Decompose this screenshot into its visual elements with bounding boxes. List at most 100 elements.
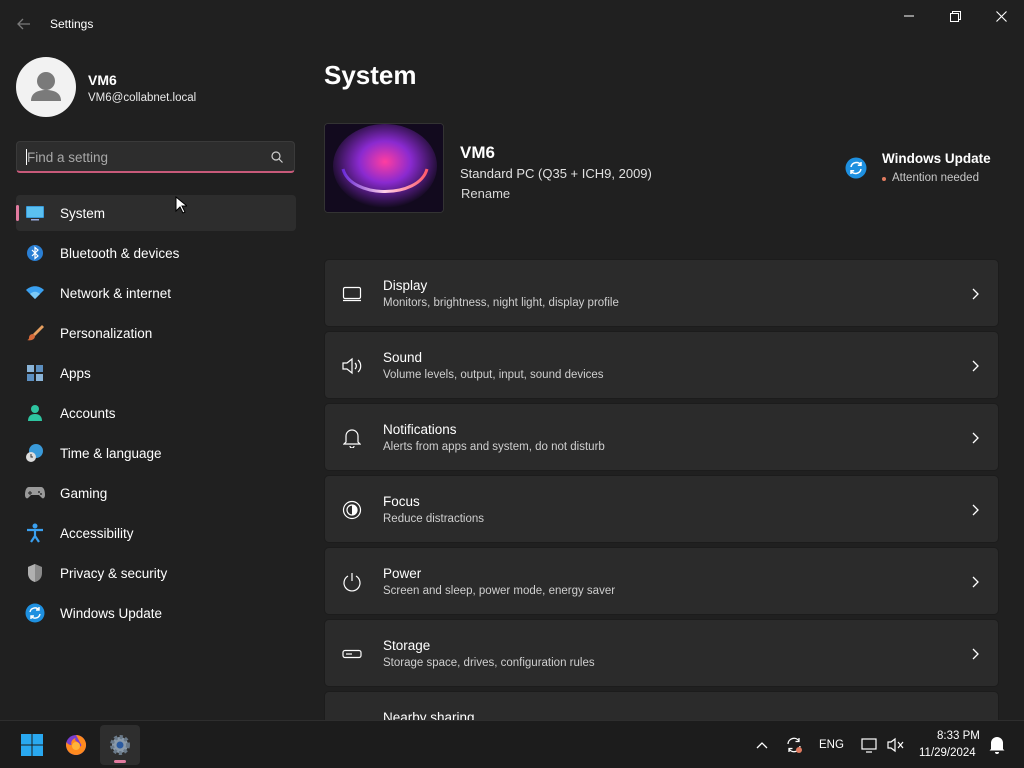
volume-tray-button[interactable] [886, 735, 906, 755]
monitor-icon [341, 283, 363, 305]
windows-update-title[interactable]: Windows Update [882, 151, 991, 166]
sidebar-item-label: Personalization [60, 326, 153, 341]
clock-time[interactable]: 8:33 PM [937, 730, 980, 742]
avatar[interactable] [16, 57, 76, 117]
sidebar-item-windows-update[interactable]: Windows Update [16, 595, 296, 631]
speaker-icon [341, 355, 363, 377]
minimize-icon [904, 15, 914, 17]
title-bar: Settings [0, 0, 1024, 48]
rename-link[interactable]: Rename [461, 186, 510, 201]
power-icon [341, 571, 363, 593]
windows-logo-icon [21, 734, 43, 756]
minimize-button[interactable] [886, 0, 932, 32]
search-icon[interactable] [270, 150, 284, 164]
sidebar-item-privacy[interactable]: Privacy & security [16, 555, 296, 591]
update-refresh-icon [787, 737, 802, 753]
windows-update-status: Attention needed [892, 172, 979, 184]
firefox-taskbar-button[interactable] [56, 725, 96, 765]
gear-icon [110, 735, 130, 755]
restore-button[interactable] [932, 0, 978, 32]
sidebar-item-network[interactable]: Network & internet [16, 275, 296, 311]
apps-icon [25, 363, 45, 383]
page-title: System [324, 60, 417, 90]
card-storage[interactable]: Storage Storage space, drives, configura… [324, 619, 999, 687]
accounts-icon [25, 403, 45, 423]
gamepad-icon [25, 483, 45, 503]
taskbar: ENG 8:33 PM 11/29/2024 [0, 720, 1024, 768]
card-focus[interactable]: Focus Reduce distractions [324, 475, 999, 543]
network-tray-button[interactable] [860, 735, 880, 755]
wifi-icon [25, 283, 45, 303]
focus-icon [341, 499, 363, 521]
input-language-indicator[interactable]: ENG [819, 739, 844, 751]
status-dot [882, 177, 886, 181]
settings-card-list: Display Monitors, brightness, night ligh… [324, 259, 999, 763]
sidebar-item-personalization[interactable]: Personalization [16, 315, 296, 351]
sidebar-item-system[interactable]: System [16, 195, 296, 231]
search-input[interactable] [27, 148, 267, 166]
chevron-right-icon [972, 288, 979, 300]
profile-email: VM6@collabnet.local [88, 92, 197, 104]
chevron-up-icon [756, 742, 768, 749]
sidebar-item-label: Gaming [60, 486, 108, 501]
card-subtitle: Reduce distractions [383, 513, 484, 525]
sidebar-item-label: Accounts [60, 406, 116, 421]
system-icon [25, 203, 45, 223]
card-sound[interactable]: Sound Volume levels, output, input, soun… [324, 331, 999, 399]
sidebar-item-time-language[interactable]: Time & language [16, 435, 296, 471]
accessibility-icon [25, 523, 45, 543]
sidebar-item-label: Bluetooth & devices [60, 246, 180, 261]
storage-icon [341, 643, 363, 665]
sidebar-item-label: Windows Update [60, 606, 163, 621]
device-wallpaper-thumbnail [324, 123, 444, 213]
bell-icon [341, 427, 363, 449]
sidebar-item-label: Network & internet [60, 286, 172, 301]
device-model: Standard PC (Q35 + ICH9, 2009) [460, 166, 652, 181]
chevron-right-icon [972, 360, 979, 372]
card-subtitle: Screen and sleep, power mode, energy sav… [383, 585, 616, 597]
card-title: Sound [383, 350, 423, 365]
sidebar-item-accounts[interactable]: Accounts [16, 395, 296, 431]
back-arrow-icon [17, 18, 30, 30]
update-tray-button[interactable] [784, 735, 804, 755]
sidebar-nav: System Bluetooth & devices Network & int… [16, 195, 296, 635]
clock-date[interactable]: 11/29/2024 [919, 747, 976, 759]
windows-update-icon[interactable] [845, 157, 867, 179]
start-button[interactable] [12, 725, 52, 765]
notifications-button[interactable] [987, 735, 1007, 755]
card-title: Focus [383, 494, 420, 509]
card-subtitle: Storage space, drives, configuration rul… [383, 657, 595, 669]
window-title: Settings [50, 17, 94, 31]
shield-icon [25, 563, 45, 583]
chevron-right-icon [972, 432, 979, 444]
sidebar-item-label: System [60, 206, 106, 221]
settings-taskbar-button[interactable] [100, 725, 140, 765]
card-notifications[interactable]: Notifications Alerts from apps and syste… [324, 403, 999, 471]
card-display[interactable]: Display Monitors, brightness, night ligh… [324, 259, 999, 327]
restore-icon [949, 10, 961, 22]
profile-name: VM6 [88, 72, 117, 88]
time-language-icon [25, 443, 45, 463]
network-icon [861, 738, 877, 753]
user-avatar-icon [31, 72, 61, 101]
volume-muted-icon [887, 737, 904, 753]
paintbrush-icon [25, 323, 45, 343]
card-power[interactable]: Power Screen and sleep, power mode, ener… [324, 547, 999, 615]
search-box[interactable] [16, 141, 295, 173]
sidebar-item-gaming[interactable]: Gaming [16, 475, 296, 511]
sidebar-item-bluetooth[interactable]: Bluetooth & devices [16, 235, 296, 271]
close-icon [995, 10, 1007, 22]
card-title: Power [383, 566, 422, 581]
card-subtitle: Alerts from apps and system, do not dist… [383, 441, 605, 453]
sidebar-item-apps[interactable]: Apps [16, 355, 296, 391]
show-hidden-icons-button[interactable] [752, 735, 772, 755]
mouse-cursor-icon [175, 196, 187, 214]
card-subtitle: Monitors, brightness, night light, displ… [383, 297, 619, 309]
chevron-right-icon [972, 576, 979, 588]
sidebar-item-label: Accessibility [60, 526, 134, 541]
sidebar-item-accessibility[interactable]: Accessibility [16, 515, 296, 551]
bluetooth-icon [25, 243, 45, 263]
back-button[interactable] [10, 12, 38, 36]
text-caret [26, 149, 27, 165]
close-button[interactable] [978, 0, 1024, 32]
